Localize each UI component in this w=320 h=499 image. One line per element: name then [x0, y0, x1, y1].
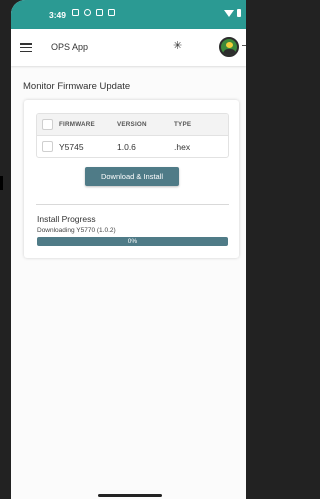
bluetooth-icon[interactable]: ✳: [173, 39, 182, 52]
phone-screen: 3:49 OPS App ✳ Monitor Firmware Update F…: [11, 0, 246, 499]
settings-icon: [84, 9, 91, 16]
divider: [36, 204, 229, 205]
app-title: OPS App: [51, 42, 89, 52]
status-right-icons: [224, 9, 241, 17]
status-time: 3:49: [49, 10, 67, 20]
install-progress-label: Install Progress: [37, 214, 96, 224]
table-row[interactable]: Y5745 1.0.6 .hex: [37, 136, 228, 157]
firmware-table: FIRMWARE VERSION TYPE Y5745 1.0.6 .hex: [36, 113, 229, 158]
install-status-text: Downloading Y5770 (1.0.2): [37, 227, 116, 234]
wifi-icon: [224, 9, 234, 17]
cell-type: .hex: [174, 142, 191, 152]
cell-version: 1.0.6: [117, 142, 136, 152]
row-checkbox[interactable]: [42, 141, 53, 152]
progress-text: 0%: [127, 238, 138, 245]
download-install-button[interactable]: Download & Install: [85, 167, 179, 186]
image-icon: [96, 9, 103, 16]
avatar[interactable]: [219, 37, 239, 57]
home-indicator: [98, 494, 162, 497]
page-title: Monitor Firmware Update: [23, 81, 131, 92]
status-bar: 3:49: [11, 0, 246, 29]
column-header-type: TYPE: [174, 121, 192, 128]
app-bar: OPS App ✳: [11, 29, 246, 66]
status-icons: [72, 9, 115, 16]
image-icon: [108, 9, 115, 16]
select-all-checkbox[interactable]: [42, 119, 53, 130]
table-header: FIRMWARE VERSION TYPE: [37, 114, 228, 136]
firmware-card: FIRMWARE VERSION TYPE Y5745 1.0.6 .hex D…: [24, 100, 239, 258]
cell-firmware: Y5745: [59, 142, 84, 152]
column-header-firmware: FIRMWARE: [59, 121, 95, 128]
column-header-version: VERSION: [117, 121, 147, 128]
sim-icon: [72, 9, 79, 16]
battery-icon: [237, 9, 241, 17]
chevron-down-icon[interactable]: [242, 45, 246, 47]
install-progress-bar: 0%: [37, 237, 228, 246]
menu-icon[interactable]: [20, 43, 32, 53]
edge-marker: [0, 176, 3, 190]
